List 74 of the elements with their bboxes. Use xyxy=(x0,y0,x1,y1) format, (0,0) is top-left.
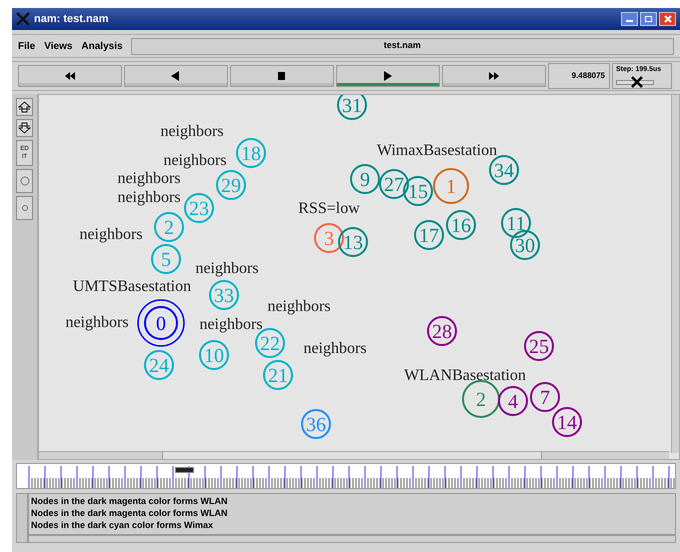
node-annotation: neighbors xyxy=(160,123,224,140)
network-node: 18 xyxy=(236,138,266,168)
network-node: 4 xyxy=(498,386,528,416)
window-title: nam: test.nam xyxy=(34,12,109,27)
log-scrollbar[interactable] xyxy=(16,493,28,543)
network-node: 13 xyxy=(338,227,368,257)
node-annotation: neighbors xyxy=(79,226,143,243)
node-annotation: neighbors xyxy=(195,260,259,277)
node-annotation: neighbors xyxy=(117,189,181,206)
vertical-scrollbar[interactable] xyxy=(671,95,679,453)
network-node: 16 xyxy=(446,210,476,240)
playback-button[interactable] xyxy=(230,65,334,87)
network-node: 15 xyxy=(403,176,433,206)
network-node: 34 xyxy=(489,155,519,185)
time-marker-icon[interactable] xyxy=(175,467,194,473)
small-circle-button[interactable] xyxy=(16,196,33,220)
menu-item[interactable]: Views xyxy=(44,38,72,54)
network-node: 1 xyxy=(433,168,469,204)
network-node: 9 xyxy=(350,164,380,194)
stop-icon xyxy=(276,71,288,81)
network-node: 33 xyxy=(209,280,239,310)
large-circle-button[interactable] xyxy=(16,169,33,193)
network-node: 30 xyxy=(510,230,540,260)
node-annotation: neighbors xyxy=(303,340,367,357)
menu-item[interactable]: File xyxy=(18,38,36,54)
x-logo-icon xyxy=(16,12,30,26)
node-annotation: neighbors xyxy=(117,170,181,187)
network-node: 17 xyxy=(414,220,444,250)
slider-thumb-icon[interactable] xyxy=(630,76,643,88)
network-node: 2 xyxy=(462,380,500,418)
close-button[interactable] xyxy=(659,12,676,26)
network-node: 23 xyxy=(184,193,214,223)
time-display: 9.488075 xyxy=(548,63,610,89)
network-node: 27 xyxy=(379,169,409,199)
log-message: Nodes in the dark magenta color forms WLAN xyxy=(31,495,229,507)
network-node: 2 xyxy=(154,212,184,242)
node-annotation: neighbors xyxy=(267,298,331,315)
node-annotation: neighbors xyxy=(163,152,227,169)
network-node: 22 xyxy=(255,328,285,358)
network-node: 36 xyxy=(301,409,331,439)
horizontal-scrollbar[interactable] xyxy=(39,451,669,459)
network-node: 10 xyxy=(199,340,229,370)
network-node: 31 xyxy=(337,95,367,120)
back-icon xyxy=(170,71,182,81)
network-node: 11 xyxy=(501,208,531,238)
network-node: 21 xyxy=(263,360,293,390)
network-node: 5 xyxy=(151,244,181,274)
zoom-in-button[interactable] xyxy=(16,98,33,116)
timeline[interactable] xyxy=(16,463,676,489)
close-icon xyxy=(664,15,672,23)
node-annotation: neighbors xyxy=(65,314,129,331)
log-horizontal-scrollbar[interactable] xyxy=(28,535,676,543)
network-node: 28 xyxy=(427,316,457,346)
maximize-button[interactable] xyxy=(640,12,657,26)
menu-item[interactable]: Analysis xyxy=(81,38,123,54)
network-node: 14 xyxy=(552,407,582,437)
network-node: 3 xyxy=(314,223,344,253)
zoom-out-button[interactable] xyxy=(16,119,33,137)
node-annotation: UMTSBasestation xyxy=(72,278,192,295)
log-message: Nodes in the dark cyan color forms Wimax xyxy=(31,519,214,531)
fast-forward-icon xyxy=(488,71,500,81)
file-name-field: test.nam xyxy=(130,38,674,54)
network-node: 25 xyxy=(524,331,554,361)
network-node: 7 xyxy=(530,382,560,412)
play-icon xyxy=(382,71,394,81)
network-node: 29 xyxy=(216,170,246,200)
rewind-icon xyxy=(64,71,76,81)
network-node: 24 xyxy=(144,350,174,380)
node-annotation: RSS=low xyxy=(298,200,360,217)
circle-icon xyxy=(20,203,30,213)
network-node: 0 xyxy=(137,299,185,347)
circle-icon xyxy=(20,176,30,186)
minimize-button[interactable] xyxy=(621,12,638,26)
log-message: Nodes in the dark magenta color forms WLAN xyxy=(31,507,229,519)
